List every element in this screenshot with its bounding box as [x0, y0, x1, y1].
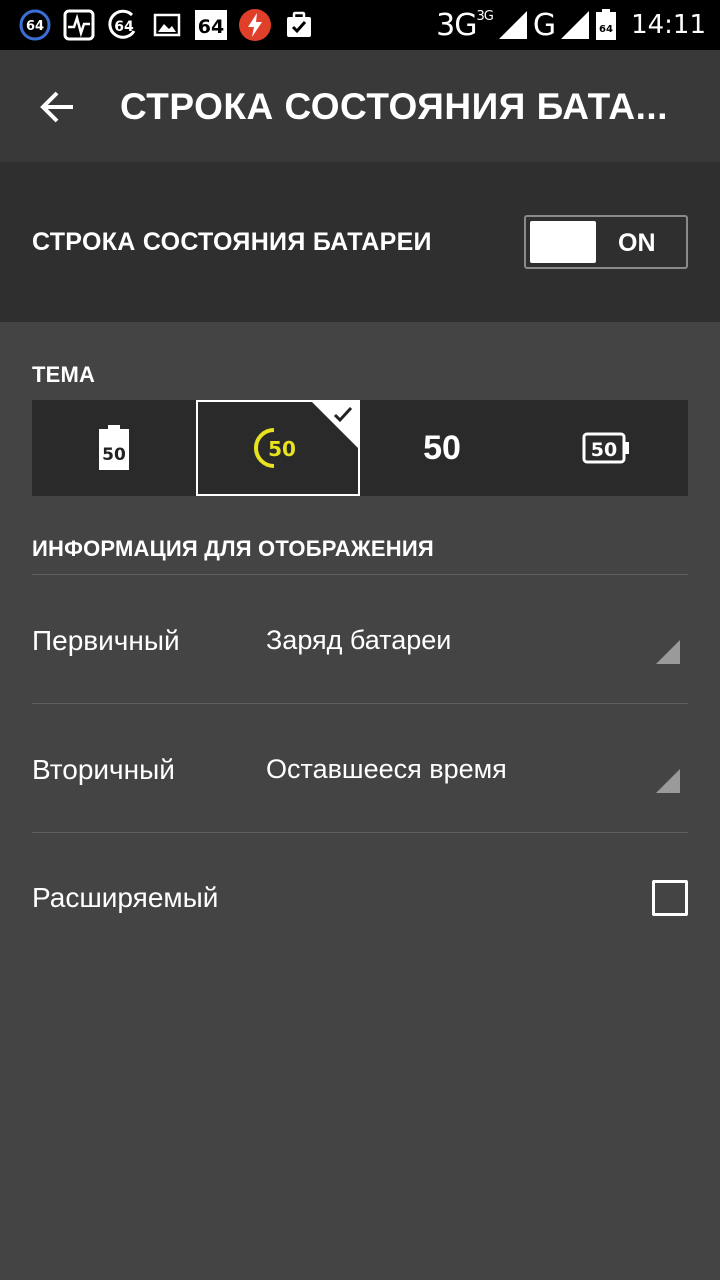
- battery-ring-notification-icon: 64: [18, 8, 52, 42]
- expandable-checkbox[interactable]: [652, 880, 688, 916]
- battery-circle-notification-icon: 64: [106, 8, 140, 42]
- svg-text:64: 64: [114, 19, 134, 35]
- theme-text-label: 50: [423, 428, 461, 467]
- master-switch-label: СТРОКА СОСТОЯНИЯ БАТАРЕИ: [32, 228, 432, 256]
- signal-icon: [498, 11, 527, 39]
- battery-outline-icon: 50: [582, 432, 629, 464]
- svg-text:50: 50: [102, 445, 126, 465]
- divider: [32, 574, 688, 575]
- status-bar: 64 64 64 3G3G G 64 14:11: [0, 0, 720, 50]
- theme-option-text[interactable]: 50: [360, 400, 524, 496]
- signal-icon-2: [561, 11, 590, 39]
- toolbar: СТРОКА СОСТОЯНИЯ БАТА...: [0, 50, 720, 162]
- svg-text:64: 64: [26, 19, 44, 34]
- svg-text:50: 50: [268, 437, 296, 461]
- theme-option-battery-outline[interactable]: 50: [524, 400, 688, 496]
- dropdown-arrow-icon: [656, 640, 680, 664]
- primary-dropdown[interactable]: Заряд батареи: [266, 625, 451, 656]
- svg-text:64: 64: [599, 24, 613, 35]
- image-icon: [150, 8, 184, 42]
- battery-fill-icon: 50: [99, 425, 129, 470]
- clock: 14:11: [631, 10, 706, 40]
- primary-label: Первичный: [32, 625, 180, 656]
- divider: [32, 703, 688, 704]
- master-toggle[interactable]: ON: [524, 215, 688, 269]
- secondary-dropdown[interactable]: Оставшееся время: [266, 754, 507, 785]
- check-icon: [333, 406, 353, 423]
- theme-section-header: ТЕМА: [32, 362, 96, 387]
- pulse-icon: [62, 8, 96, 42]
- page-title: СТРОКА СОСТОЯНИЯ БАТА...: [120, 86, 668, 127]
- clipboard-check-icon: [282, 8, 316, 42]
- expandable-label: Расширяемый: [32, 882, 219, 913]
- battery-ring-icon: 50: [254, 428, 296, 468]
- flash-icon: [238, 8, 272, 42]
- divider: [32, 832, 688, 833]
- theme-option-battery-fill[interactable]: 50: [32, 400, 196, 496]
- theme-option-ring[interactable]: 50: [196, 400, 360, 496]
- arrow-back-icon: [40, 91, 73, 123]
- info-section-header: ИНФОРМАЦИЯ ДЛЯ ОТОБРАЖЕНИЯ: [32, 536, 434, 561]
- theme-selector: 50 50 50 50: [32, 400, 688, 496]
- battery-icon: 64: [596, 9, 617, 40]
- master-switch-row[interactable]: СТРОКА СОСТОЯНИЯ БАТАРЕИ ON: [0, 162, 720, 322]
- svg-text:50: 50: [591, 439, 617, 461]
- back-button[interactable]: [30, 80, 84, 134]
- network-type-3g: 3G3G: [436, 7, 494, 43]
- toggle-state-text: ON: [618, 229, 656, 257]
- network-type-g: G: [532, 7, 556, 43]
- battery-box-notification-icon: 64: [194, 8, 228, 42]
- toggle-knob: [530, 221, 596, 263]
- dropdown-arrow-icon: [656, 769, 680, 793]
- svg-text:64: 64: [198, 16, 224, 38]
- secondary-label: Вторичный: [32, 754, 175, 785]
